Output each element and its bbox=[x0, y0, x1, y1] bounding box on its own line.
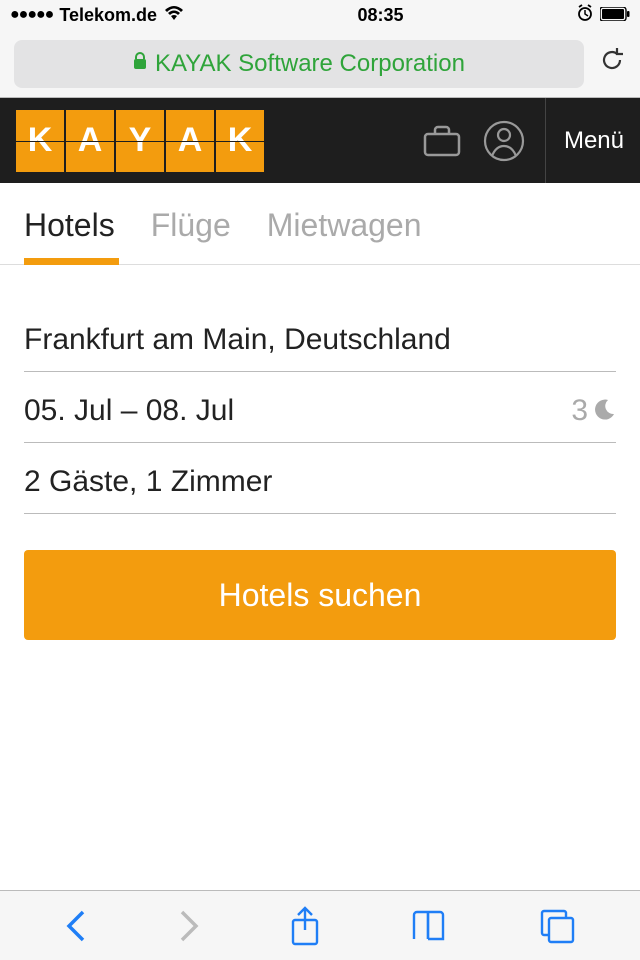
browser-url-bar: KAYAK Software Corporation bbox=[0, 30, 640, 98]
ios-status-bar: ●●●●● Telekom.de 08:35 bbox=[0, 0, 640, 30]
moon-icon bbox=[594, 395, 616, 427]
battery-icon bbox=[600, 5, 630, 26]
forward-icon[interactable] bbox=[178, 908, 200, 944]
destination-field[interactable]: Frankfurt am Main, Deutschland bbox=[24, 301, 616, 372]
refresh-icon[interactable] bbox=[598, 45, 626, 83]
clock: 08:35 bbox=[357, 5, 403, 26]
guests-value: 2 Gäste, 1 Zimmer bbox=[24, 465, 272, 499]
dates-field[interactable]: 05. Jul – 08. Jul 3 bbox=[24, 372, 616, 443]
tab-flights[interactable]: Flüge bbox=[151, 207, 231, 264]
url-text: KAYAK Software Corporation bbox=[155, 50, 465, 78]
app-header: K A Y A K Menü bbox=[0, 98, 640, 183]
logo-tile: K bbox=[216, 110, 264, 172]
briefcase-icon[interactable] bbox=[421, 120, 463, 162]
search-button[interactable]: Hotels suchen bbox=[24, 550, 616, 640]
lock-icon bbox=[133, 52, 147, 75]
search-form: Frankfurt am Main, Deutschland 05. Jul –… bbox=[0, 265, 640, 514]
menu-button[interactable]: Menü bbox=[545, 98, 624, 183]
guests-field[interactable]: 2 Gäste, 1 Zimmer bbox=[24, 443, 616, 514]
url-field[interactable]: KAYAK Software Corporation bbox=[14, 40, 584, 88]
share-icon[interactable] bbox=[290, 906, 320, 946]
browser-toolbar bbox=[0, 890, 640, 960]
bookmarks-icon[interactable] bbox=[410, 909, 448, 943]
destination-value: Frankfurt am Main, Deutschland bbox=[24, 323, 451, 357]
carrier-label: Telekom.de bbox=[59, 5, 157, 26]
tab-cars[interactable]: Mietwagen bbox=[267, 207, 422, 264]
logo-tile: A bbox=[66, 110, 114, 172]
user-icon[interactable] bbox=[483, 120, 525, 162]
nights-count: 3 bbox=[571, 394, 588, 428]
signal-icon: ●●●●● bbox=[10, 6, 53, 24]
logo-tile: A bbox=[166, 110, 214, 172]
dates-value: 05. Jul – 08. Jul bbox=[24, 394, 234, 428]
tabs-icon[interactable] bbox=[539, 908, 575, 944]
wifi-icon bbox=[163, 5, 185, 26]
status-left: ●●●●● Telekom.de bbox=[10, 5, 185, 26]
back-icon[interactable] bbox=[65, 908, 87, 944]
kayak-logo[interactable]: K A Y A K bbox=[16, 110, 264, 172]
alarm-icon bbox=[576, 4, 594, 27]
logo-tile: Y bbox=[116, 110, 164, 172]
logo-tile: K bbox=[16, 110, 64, 172]
tabs: Hotels Flüge Mietwagen bbox=[0, 183, 640, 265]
status-right bbox=[576, 4, 630, 27]
tab-hotels[interactable]: Hotels bbox=[24, 207, 115, 264]
nights-meta: 3 bbox=[571, 394, 616, 428]
